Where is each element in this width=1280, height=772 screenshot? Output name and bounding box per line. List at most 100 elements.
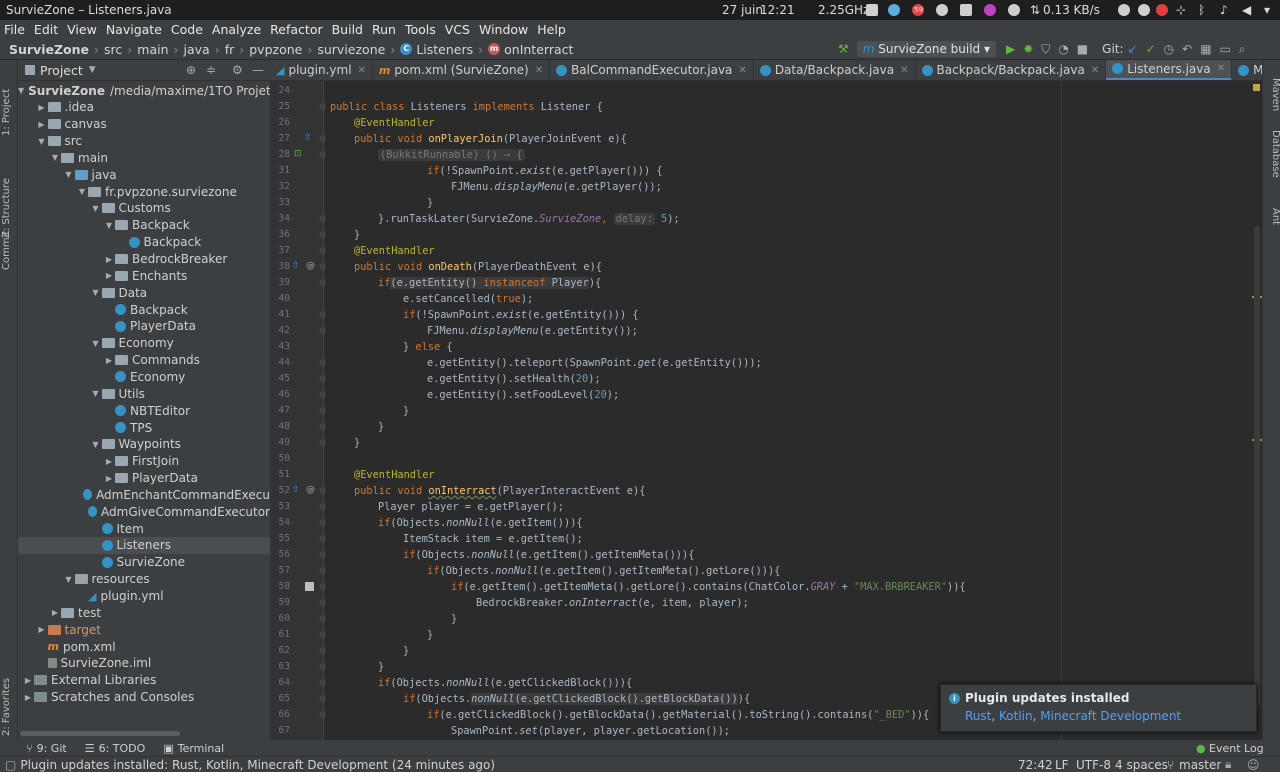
menu-vcs[interactable]: VCS <box>445 22 470 37</box>
close-icon[interactable]: ✕ <box>1217 63 1225 74</box>
tab-mconvertcommandi[interactable]: MConvertCommandI <box>1232 60 1262 80</box>
chevron-down-icon[interactable]: ▼ <box>63 575 75 584</box>
menu-tools[interactable]: Tools <box>405 22 436 37</box>
chevron-down-icon[interactable]: ▼ <box>90 288 102 297</box>
maven-tool-tab[interactable]: Maven <box>1265 78 1280 118</box>
system-date[interactable]: 27 juin <box>722 3 763 17</box>
line-separator[interactable]: LF <box>1055 758 1069 772</box>
close-circle-icon[interactable] <box>1156 4 1168 16</box>
menu-help[interactable]: Help <box>537 22 566 37</box>
search-everywhere-icon[interactable]: ⌕ <box>1239 42 1246 57</box>
override-icon[interactable]: ⇧ <box>304 133 312 143</box>
git-history-icon[interactable]: ◷ <box>1164 42 1174 56</box>
shield-icon[interactable] <box>960 4 972 16</box>
tree-horizontal-scrollbar[interactable] <box>20 731 180 736</box>
menu-run[interactable]: Run <box>372 22 396 37</box>
chevron-right-icon[interactable]: ▶ <box>103 474 115 483</box>
close-icon[interactable]: ✕ <box>358 65 366 76</box>
app-indicator-icon[interactable] <box>888 4 900 16</box>
locate-icon[interactable]: ⊕ <box>186 63 196 77</box>
microphone-icon[interactable]: ♪ <box>1220 3 1228 17</box>
discord-icon[interactable] <box>1008 4 1020 16</box>
tree-item[interactable]: ▶ FirstJoin <box>18 453 270 470</box>
tree-item[interactable]: ▼ Economy <box>18 335 270 352</box>
chevron-right-icon[interactable]: ▶ <box>22 693 34 702</box>
tree-item[interactable]: Listeners <box>18 536 270 554</box>
chevron-right-icon[interactable]: ▶ <box>36 120 48 129</box>
project-panel-title[interactable]: Project <box>40 63 83 78</box>
run-icon[interactable]: ▶ <box>1006 42 1015 56</box>
file-encoding[interactable]: UTF-8 <box>1076 758 1111 772</box>
menu-window[interactable]: Window <box>479 22 528 37</box>
chevron-down-icon[interactable]: ▼ <box>63 170 75 179</box>
git-update-icon[interactable]: ↙ <box>1128 42 1138 56</box>
project-tool-tab[interactable]: 1: Project <box>1 66 17 136</box>
collapse-all-icon[interactable]: ≑ <box>206 63 216 77</box>
chevron-right-icon[interactable]: ▶ <box>103 271 115 280</box>
tree-item[interactable]: AdmEnchantCommandExecu <box>18 486 270 503</box>
bookmark-icon[interactable] <box>305 582 314 591</box>
breadcrumb-fr[interactable]: fr <box>225 42 235 57</box>
menu-view[interactable]: View <box>67 22 97 37</box>
breadcrumb-project[interactable]: SurvieZone <box>9 42 89 57</box>
tree-item[interactable]: ▼ SurvieZone/media/maxime/1TO Projets/S <box>18 82 270 99</box>
tree-item[interactable]: Economy <box>18 368 270 385</box>
stop-icon[interactable]: ■ <box>1077 42 1088 56</box>
breadcrumb-src[interactable]: src <box>104 42 122 57</box>
cursor-position[interactable]: 72:42 <box>1018 758 1053 772</box>
git-rollback-icon[interactable]: ↶ <box>1182 42 1192 56</box>
chevron-right-icon[interactable]: ▶ <box>103 356 115 365</box>
status-message[interactable]: Plugin updates installed: Rust, Kotlin, … <box>20 758 495 772</box>
chevron-right-icon[interactable]: ▶ <box>103 457 115 466</box>
tray-circle-icon-2[interactable] <box>1138 4 1150 16</box>
volume-icon[interactable]: ◀ <box>1242 3 1251 17</box>
menu-code[interactable]: Code <box>171 22 203 37</box>
tab-plugin-yml[interactable]: ◢ plugin.yml ✕ <box>270 60 373 80</box>
tree-item[interactable]: ▼ resources <box>18 571 270 588</box>
event-log-tab[interactable]: Event Log <box>1209 742 1264 755</box>
tab-data-backpack-java[interactable]: Data/Backpack.java ✕ <box>754 60 916 80</box>
tree-item[interactable]: m pom.xml <box>18 638 270 655</box>
presentation-icon[interactable]: ▭ <box>1220 42 1231 56</box>
close-icon[interactable]: ✕ <box>738 65 746 76</box>
tree-item[interactable]: ▼ Backpack <box>18 217 270 234</box>
chevron-down-icon[interactable]: ▼ <box>76 187 88 196</box>
inspector-icon[interactable]: ☺ <box>1247 758 1260 772</box>
tree-item[interactable]: ▶ .idea <box>18 99 270 116</box>
chevron-down-icon[interactable]: ▼ <box>90 339 102 348</box>
close-icon[interactable]: ✕ <box>1091 65 1099 76</box>
project-structure-icon[interactable]: ▦ <box>1200 42 1211 56</box>
tree-item[interactable]: NBTEditor <box>18 402 270 419</box>
chevron-right-icon[interactable]: ▶ <box>36 625 48 634</box>
weather-icon[interactable] <box>936 4 948 16</box>
power-menu-icon[interactable]: ▾ <box>1264 3 1270 17</box>
chevron-down-icon[interactable]: ▼ <box>36 137 48 146</box>
close-icon[interactable]: ✕ <box>535 65 543 76</box>
menu-navigate[interactable]: Navigate <box>106 22 162 37</box>
system-time[interactable]: 12:21 <box>760 3 795 17</box>
tab-backpack-backpack-java[interactable]: Backpack/Backpack.java ✕ <box>916 60 1107 80</box>
network-icon[interactable]: ⊹ <box>1176 3 1186 17</box>
todo-tool-tab[interactable]: 6: TODO <box>99 742 146 755</box>
tree-item[interactable]: ▶ Scratches and Consoles <box>18 689 270 706</box>
hammer-build-icon[interactable]: ⚒ <box>838 42 849 56</box>
hide-panel-icon[interactable]: — <box>252 63 264 77</box>
annotation-icon[interactable]: @ <box>306 261 315 271</box>
status-layout-icon[interactable]: ▢ <box>5 758 16 772</box>
chevron-down-icon[interactable]: ▼ <box>90 440 102 449</box>
run-config-selector[interactable]: m SurvieZone build ▾ <box>856 41 996 57</box>
tray-circle-icon[interactable] <box>1118 4 1130 16</box>
tab-pom-xml-surviezone[interactable]: m pom.xml (SurvieZone) ✕ <box>373 60 551 80</box>
code-editor[interactable]: public class Listeners implements Listen… <box>325 81 1255 740</box>
breadcrumb-method[interactable]: onInterract <box>504 42 573 57</box>
tree-item[interactable]: ▶ BedrockBreaker <box>18 251 270 268</box>
tree-item[interactable]: ▶ target <box>18 621 270 638</box>
chevron-down-icon[interactable]: ▼ <box>90 389 102 398</box>
breadcrumb-pvpzone[interactable]: pvpzone <box>249 42 302 57</box>
git-tool-tab[interactable]: 9: Git <box>37 742 67 755</box>
menu-build[interactable]: Build <box>332 22 363 37</box>
link-rust[interactable]: Rust <box>965 709 991 723</box>
commit-tool-tab[interactable]: Commit <box>1 220 17 270</box>
close-icon[interactable]: ✕ <box>900 65 908 76</box>
tree-item[interactable]: ▶ canvas <box>18 116 270 133</box>
